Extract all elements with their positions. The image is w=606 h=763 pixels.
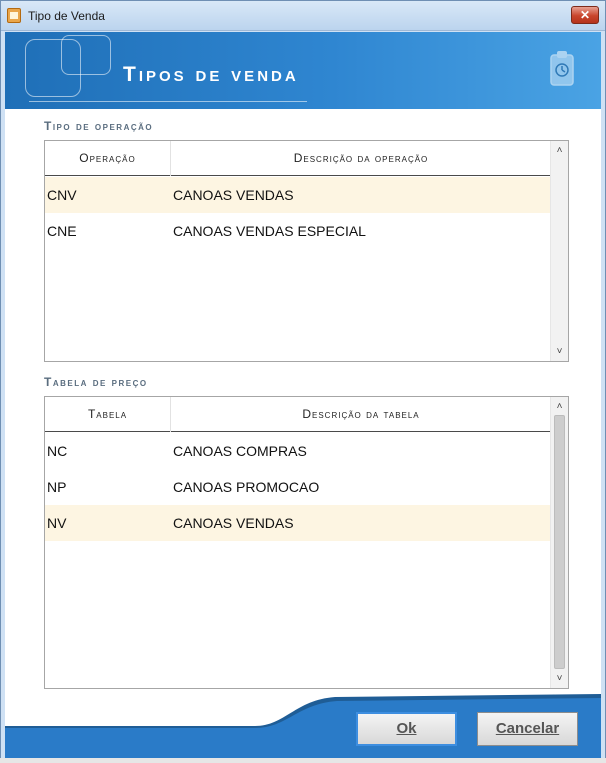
table-row[interactable]: NV CANOAS VENDAS [45,505,551,541]
cancel-button[interactable]: Cancelar [477,712,578,746]
clipboard-icon [550,51,574,86]
operacao-scrollbar[interactable]: ˄ ˅ [550,141,568,361]
operacao-desc-cell: CANOAS VENDAS ESPECIAL [173,223,366,239]
column-header-operacao[interactable]: Operação [45,141,170,176]
column-header-tabela[interactable]: Tabela [45,397,170,432]
app-icon [7,8,21,23]
page-title: Tipos de venda [123,63,299,86]
column-header-descricao-tabela[interactable]: Descrição da tabela [171,397,551,432]
table-row[interactable]: NC CANOAS COMPRAS [45,433,551,469]
scroll-down-icon[interactable]: ˅ [551,343,568,360]
tabela-grid-header: Tabela Descrição da tabela [45,397,551,432]
table-row[interactable]: CNE CANOAS VENDAS ESPECIAL [45,213,551,249]
tabela-desc-cell: CANOAS PROMOCAO [173,479,320,495]
tabela-section-label: Tabela de preço [44,375,148,389]
dialog-client-area: Tipos de venda Tipo de operação Operação… [5,32,601,759]
tipo-de-venda-window: Tipo de Venda ✕ Tipos de venda Tipo de o… [0,0,606,763]
operacao-grid-header: Operação Descrição da operação [45,141,551,176]
tabela-code-cell: NC [47,443,68,459]
tabela-desc-cell: CANOAS VENDAS [173,515,294,531]
scroll-down-icon[interactable]: ˅ [551,670,568,687]
scroll-thumb[interactable] [554,415,565,669]
operacao-section-label: Tipo de operação [44,119,154,133]
tabela-code-cell: NV [47,515,67,531]
close-button[interactable]: ✕ [571,6,599,24]
operacao-code-cell: CNV [47,187,77,203]
scroll-up-icon[interactable]: ˄ [551,142,568,159]
window-title: Tipo de Venda [28,9,105,23]
banner-divider [29,101,307,102]
table-row[interactable]: NP CANOAS PROMOCAO [45,469,551,505]
operacao-grid[interactable]: Operação Descrição da operação CNV CANOA… [44,140,569,362]
column-header-descricao-operacao[interactable]: Descrição da operação [171,141,551,176]
title-bar[interactable]: Tipo de Venda ✕ [1,1,605,31]
scroll-up-icon[interactable]: ˄ [551,398,568,415]
banner-logo-icon-overlay [61,35,111,75]
header-banner: Tipos de venda [5,32,601,109]
tabela-code-cell: NP [47,479,67,495]
table-row[interactable]: CNV CANOAS VENDAS [45,177,551,213]
operacao-desc-cell: CANOAS VENDAS [173,187,294,203]
ok-button[interactable]: Ok [356,712,457,746]
operacao-code-cell: CNE [47,223,77,239]
tabela-grid[interactable]: Tabela Descrição da tabela NC CANOAS COM… [44,396,569,689]
tabela-desc-cell: CANOAS COMPRAS [173,443,307,459]
background-window-edge [0,758,606,763]
tabela-scrollbar[interactable]: ˄ ˅ [550,397,568,688]
